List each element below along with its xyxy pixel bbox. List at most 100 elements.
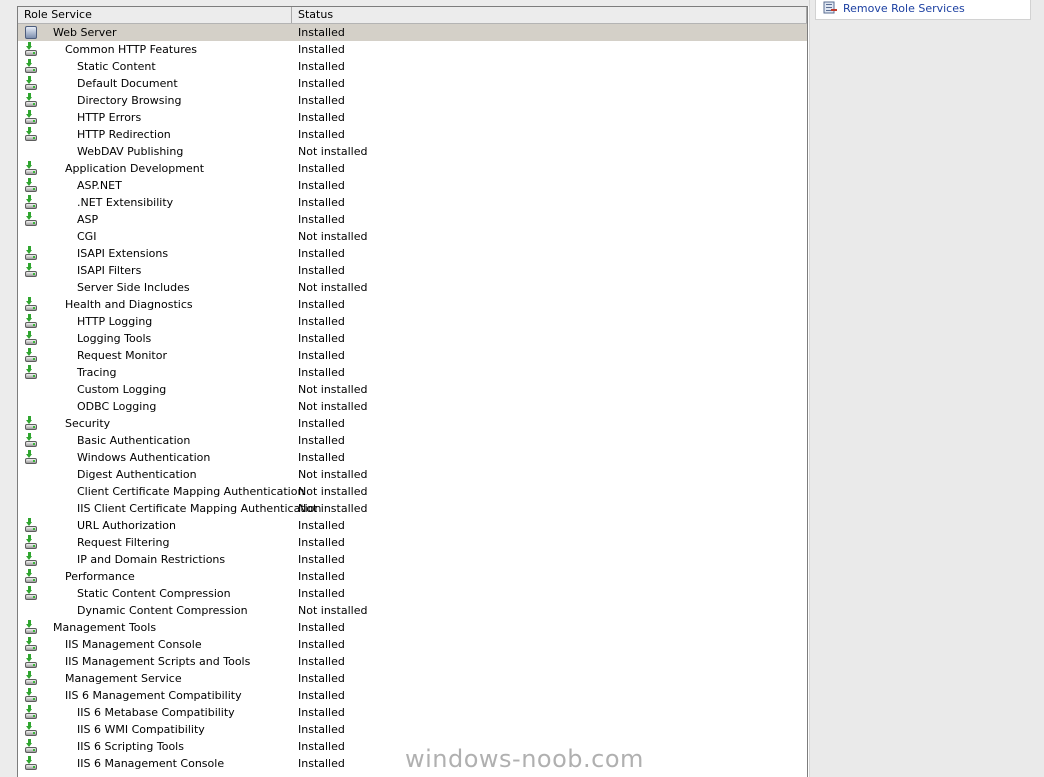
role-service-status: Installed xyxy=(298,672,345,685)
table-row[interactable]: ASP Installed xyxy=(18,211,807,228)
install-icon xyxy=(23,59,39,75)
table-row[interactable]: Performance Installed xyxy=(18,568,807,585)
role-service-name: Security xyxy=(65,417,111,430)
role-service-name: IP and Domain Restrictions xyxy=(77,553,226,566)
install-icon xyxy=(23,246,39,262)
table-row[interactable]: Tracing Installed xyxy=(18,364,807,381)
table-row[interactable]: HTTP Errors Installed xyxy=(18,109,807,126)
role-service-name: Request Monitor xyxy=(77,349,167,362)
role-service-status: Installed xyxy=(298,247,345,260)
table-row[interactable]: Application Development Installed xyxy=(18,160,807,177)
table-row[interactable]: Management Tools Installed xyxy=(18,619,807,636)
table-row[interactable]: URL Authorization Installed xyxy=(18,517,807,534)
table-row[interactable]: Static Content Installed xyxy=(18,58,807,75)
table-row[interactable]: IIS Management Scripts and Tools Installe… xyxy=(18,653,807,670)
role-service-status: Not installed xyxy=(298,281,368,294)
role-service-name: Tracing xyxy=(77,366,117,379)
table-row[interactable]: Static Content Compression Installed xyxy=(18,585,807,602)
role-service-name: .NET Extensibility xyxy=(77,196,174,209)
table-row[interactable]: ODBC Logging Not installed xyxy=(18,398,807,415)
table-row[interactable]: IP and Domain Restrictions Installed xyxy=(18,551,807,568)
table-row[interactable]: IIS 6 Management Compatibility Installed xyxy=(18,687,807,704)
table-row[interactable]: Client Certificate Mapping Authenticatio… xyxy=(18,483,807,500)
table-row[interactable]: Security Installed xyxy=(18,415,807,432)
role-service-name: IIS 6 Scripting Tools xyxy=(77,740,184,753)
install-icon xyxy=(23,195,39,211)
table-row[interactable]: CGI Not installed xyxy=(18,228,807,245)
install-icon xyxy=(23,314,39,330)
role-service-name: IIS 6 Metabase Compatibility xyxy=(77,706,235,719)
table-row[interactable]: Directory Browsing Installed xyxy=(18,92,807,109)
role-service-name: ASP.NET xyxy=(77,179,122,192)
role-service-status: Not installed xyxy=(298,383,368,396)
install-icon xyxy=(23,450,39,466)
column-header-status[interactable]: Status xyxy=(292,7,807,23)
table-row[interactable]: WebDAV Publishing Not installed xyxy=(18,143,807,160)
role-services-grid: Role Service Status Web Server Installed C… xyxy=(17,6,808,777)
table-row[interactable]: Server Side Includes Not installed xyxy=(18,279,807,296)
install-icon xyxy=(23,722,39,738)
install-icon xyxy=(23,348,39,364)
table-row[interactable]: Logging Tools Installed xyxy=(18,330,807,347)
table-row[interactable]: Default Document Installed xyxy=(18,75,807,92)
table-row[interactable]: IIS Management Console Installed xyxy=(18,636,807,653)
role-service-status: Not installed xyxy=(298,468,368,481)
role-service-status: Installed xyxy=(298,366,345,379)
table-row[interactable]: ISAPI Extensions Installed xyxy=(18,245,807,262)
role-service-name: Web Server xyxy=(53,26,117,39)
role-service-status: Installed xyxy=(298,451,345,464)
table-row[interactable]: Web Server Installed xyxy=(18,24,807,41)
table-row[interactable]: Health and Diagnostics Installed xyxy=(18,296,807,313)
role-service-name: Server Side Includes xyxy=(77,281,190,294)
role-service-status: Installed xyxy=(298,26,345,39)
table-row[interactable]: IIS 6 Metabase Compatibility Installed xyxy=(18,704,807,721)
role-service-name: Default Document xyxy=(77,77,178,90)
table-row[interactable]: Custom Logging Not installed xyxy=(18,381,807,398)
server-icon xyxy=(23,25,39,41)
table-row[interactable]: .NET Extensibility Installed xyxy=(18,194,807,211)
remove-role-services-link[interactable]: Remove Role Services xyxy=(822,1,965,15)
table-row[interactable]: Common HTTP Features Installed xyxy=(18,41,807,58)
role-service-status: Installed xyxy=(298,213,345,226)
install-icon xyxy=(23,535,39,551)
table-row[interactable]: ISAPI Filters Installed xyxy=(18,262,807,279)
role-service-status: Installed xyxy=(298,740,345,753)
role-service-name: Static Content xyxy=(77,60,156,73)
table-row[interactable]: Digest Authentication Not installed xyxy=(18,466,807,483)
install-icon xyxy=(23,518,39,534)
install-icon xyxy=(23,705,39,721)
role-service-status: Installed xyxy=(298,196,345,209)
install-icon xyxy=(23,365,39,381)
role-service-name: Windows Authentication xyxy=(77,451,211,464)
role-service-status: Installed xyxy=(298,298,345,311)
column-header-role-service[interactable]: Role Service xyxy=(18,7,292,23)
role-service-name: Health and Diagnostics xyxy=(65,298,193,311)
install-icon xyxy=(23,416,39,432)
install-icon xyxy=(23,586,39,602)
table-row[interactable]: Request Filtering Installed xyxy=(18,534,807,551)
role-service-status: Installed xyxy=(298,94,345,107)
table-row[interactable]: IIS Client Certificate Mapping Authentic… xyxy=(18,500,807,517)
install-icon xyxy=(23,637,39,653)
role-service-name: Static Content Compression xyxy=(77,587,231,600)
table-row[interactable]: Management Service Installed xyxy=(18,670,807,687)
role-service-name: Management Tools xyxy=(53,621,157,634)
role-service-status: Installed xyxy=(298,77,345,90)
install-icon xyxy=(23,671,39,687)
role-service-name: Directory Browsing xyxy=(77,94,182,107)
table-row[interactable]: HTTP Redirection Installed xyxy=(18,126,807,143)
grid-rows: Web Server Installed Common HTTP Features I… xyxy=(18,24,807,772)
table-row[interactable]: HTTP Logging Installed xyxy=(18,313,807,330)
install-icon xyxy=(23,263,39,279)
table-row[interactable]: Request Monitor Installed xyxy=(18,347,807,364)
role-service-status: Installed xyxy=(298,179,345,192)
table-row[interactable]: Dynamic Content Compression Not installed xyxy=(18,602,807,619)
table-row[interactable]: Windows Authentication Installed xyxy=(18,449,807,466)
role-service-status: Installed xyxy=(298,655,345,668)
table-row[interactable]: IIS 6 WMI Compatibility Installed xyxy=(18,721,807,738)
table-row[interactable]: ASP.NET Installed xyxy=(18,177,807,194)
install-icon xyxy=(23,331,39,347)
role-service-status: Installed xyxy=(298,553,345,566)
table-row[interactable]: Basic Authentication Installed xyxy=(18,432,807,449)
role-service-name: Request Filtering xyxy=(77,536,170,549)
